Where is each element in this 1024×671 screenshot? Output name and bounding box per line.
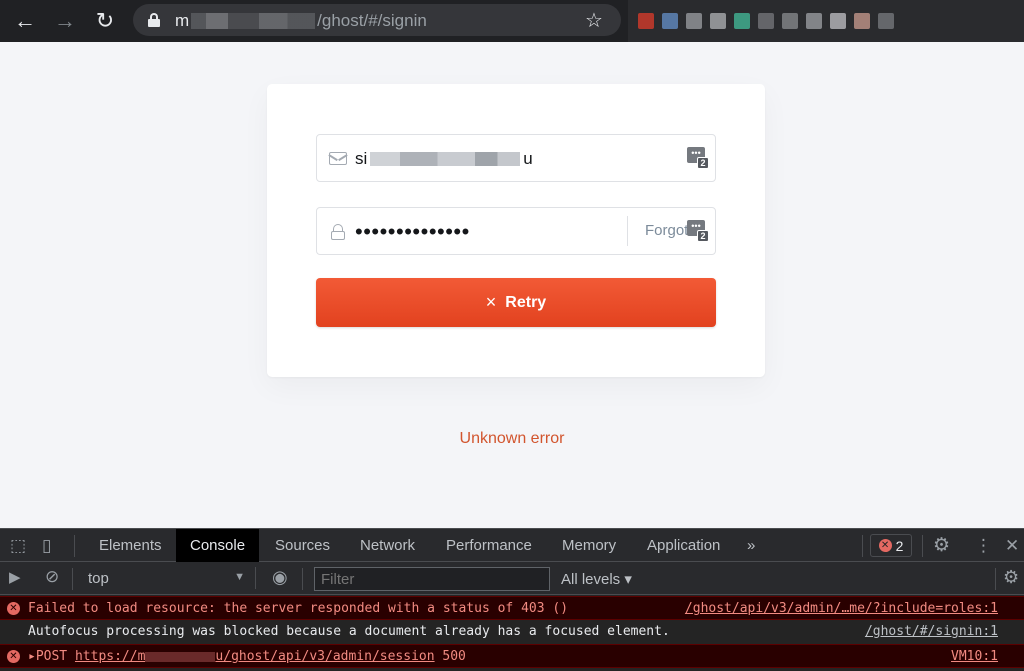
email-field[interactable]: si u ••• 2 xyxy=(316,134,716,182)
error-icon: ✕ xyxy=(878,539,892,552)
redacted-email xyxy=(370,152,521,166)
console-filterbar: ▶ ⊘ top ▼ ◉ All levels ▾ ⚙ xyxy=(0,562,1024,595)
password-manager-icon[interactable]: ••• 2 xyxy=(687,147,709,169)
inspect-element-icon[interactable]: ⬚ xyxy=(10,536,26,556)
forward-button[interactable]: → xyxy=(45,3,85,39)
device-toolbar-icon[interactable]: ▯ xyxy=(42,536,51,556)
context-label: top xyxy=(88,570,109,587)
extension-icon[interactable] xyxy=(878,13,894,29)
tab-application[interactable]: Application xyxy=(633,529,734,562)
error-count-badge[interactable]: ✕ 2 xyxy=(870,534,912,557)
browser-toolbar: ← → ↻ m /ghost/#/signin ☆ xyxy=(0,0,1024,42)
clear-console-icon[interactable]: ⊘ xyxy=(45,567,59,587)
console-message[interactable]: ✕ ▸POST https://m u/ghost/api/v3/admin/se… xyxy=(0,644,1024,668)
reload-button[interactable]: ↻ xyxy=(85,3,125,39)
context-selector[interactable]: top ▼ xyxy=(80,567,256,589)
password-field[interactable]: •••••••••••••• Forgot ••• 2 xyxy=(316,207,716,255)
error-icon: ✕ xyxy=(7,602,20,615)
retry-label: Retry xyxy=(505,293,547,311)
url-path: /ghost/#/signin xyxy=(317,11,427,30)
arrow-left-icon: ← xyxy=(14,8,36,33)
address-bar[interactable]: m /ghost/#/signin ☆ xyxy=(133,4,621,36)
chevron-down-icon: ▼ xyxy=(234,571,245,583)
more-tabs-button[interactable]: » xyxy=(733,529,769,562)
extension-icon[interactable] xyxy=(830,13,846,29)
extension-icon[interactable] xyxy=(638,13,654,29)
error-icon: ✕ xyxy=(7,650,20,663)
settings-gear-icon[interactable]: ⚙ xyxy=(933,534,950,557)
extension-icon[interactable] xyxy=(758,13,774,29)
kebab-menu-icon[interactable]: ⋮ xyxy=(975,536,992,556)
password-manager-count: 2 xyxy=(697,230,709,242)
console-message-text: ▸POST https://m u/ghost/api/v3/admin/sess… xyxy=(28,649,466,664)
devtools-panel: ⬚ ▯ Elements Console Sources Network Per… xyxy=(0,528,1024,671)
reload-icon: ↻ xyxy=(95,8,115,33)
tab-performance[interactable]: Performance xyxy=(432,529,546,562)
email-value: si u xyxy=(355,149,533,169)
extension-icon[interactable] xyxy=(662,13,678,29)
password-value: •••••••••••••• xyxy=(355,219,470,244)
envelope-icon xyxy=(329,152,347,165)
extensions-area xyxy=(628,0,1024,42)
redacted-host xyxy=(191,13,316,29)
close-icon: × xyxy=(485,292,497,312)
sidebar-toggle-icon[interactable]: ▶ xyxy=(9,568,21,586)
console-message: Autofocus processing was blocked because… xyxy=(0,620,1024,644)
password-manager-count: 2 xyxy=(697,157,709,169)
tab-memory[interactable]: Memory xyxy=(548,529,630,562)
email-prefix: si xyxy=(355,149,368,168)
console-source-link[interactable]: /ghost/api/v3/admin/…me/?include=roles:1 xyxy=(685,601,998,616)
email-suffix: u xyxy=(523,149,533,168)
console-message-text: Autofocus processing was blocked because… xyxy=(28,624,670,639)
tab-elements[interactable]: Elements xyxy=(85,529,176,562)
extension-icon[interactable] xyxy=(734,13,750,29)
console-source-link[interactable]: /ghost/#/signin:1 xyxy=(865,624,998,639)
devtools-tabbar: ⬚ ▯ Elements Console Sources Network Per… xyxy=(0,528,1024,562)
error-count: 2 xyxy=(895,537,904,554)
log-levels-dropdown[interactable]: All levels ▾ xyxy=(561,570,632,588)
extension-icon[interactable] xyxy=(782,13,798,29)
console-source-link[interactable]: VM10:1 xyxy=(951,649,998,664)
password-manager-icon[interactable]: ••• 2 xyxy=(687,220,709,242)
expand-request[interactable]: ▸POST xyxy=(28,649,75,664)
console-message-text: Failed to load resource: the server resp… xyxy=(28,601,569,616)
back-button[interactable]: ← xyxy=(5,3,45,39)
padlock-icon xyxy=(331,224,345,240)
status-code: 500 xyxy=(434,649,466,664)
url-prefix: m xyxy=(175,11,190,30)
lock-icon xyxy=(148,13,160,27)
console-settings-gear-icon[interactable]: ⚙ xyxy=(1003,567,1019,588)
error-message: Unknown error xyxy=(459,430,565,447)
url-text: m /ghost/#/signin xyxy=(175,11,427,31)
console-filter-input[interactable] xyxy=(314,567,550,591)
redacted-host xyxy=(145,651,216,662)
request-url-link[interactable]: https://m u/ghost/api/v3/admin/session xyxy=(75,649,435,664)
extension-icon[interactable] xyxy=(710,13,726,29)
eye-icon[interactable]: ◉ xyxy=(272,567,288,588)
retry-button[interactable]: × Retry xyxy=(316,278,716,327)
tab-network[interactable]: Network xyxy=(346,529,429,562)
tab-sources[interactable]: Sources xyxy=(261,529,344,562)
close-devtools-icon[interactable]: ✕ xyxy=(1005,536,1019,556)
forgot-label: Forgot xyxy=(645,222,689,239)
console-message: ✕ Failed to load resource: the server re… xyxy=(0,596,1024,620)
profile-avatar[interactable] xyxy=(854,13,870,29)
tab-console[interactable]: Console xyxy=(176,529,260,562)
arrow-right-icon: → xyxy=(54,8,76,33)
signin-card: si u ••• 2 •••••••••••••• Forgot ••• 2 ×… xyxy=(267,84,765,377)
extension-icon[interactable] xyxy=(686,13,702,29)
bookmark-star-icon[interactable]: ☆ xyxy=(585,8,603,33)
extension-icon[interactable] xyxy=(806,13,822,29)
